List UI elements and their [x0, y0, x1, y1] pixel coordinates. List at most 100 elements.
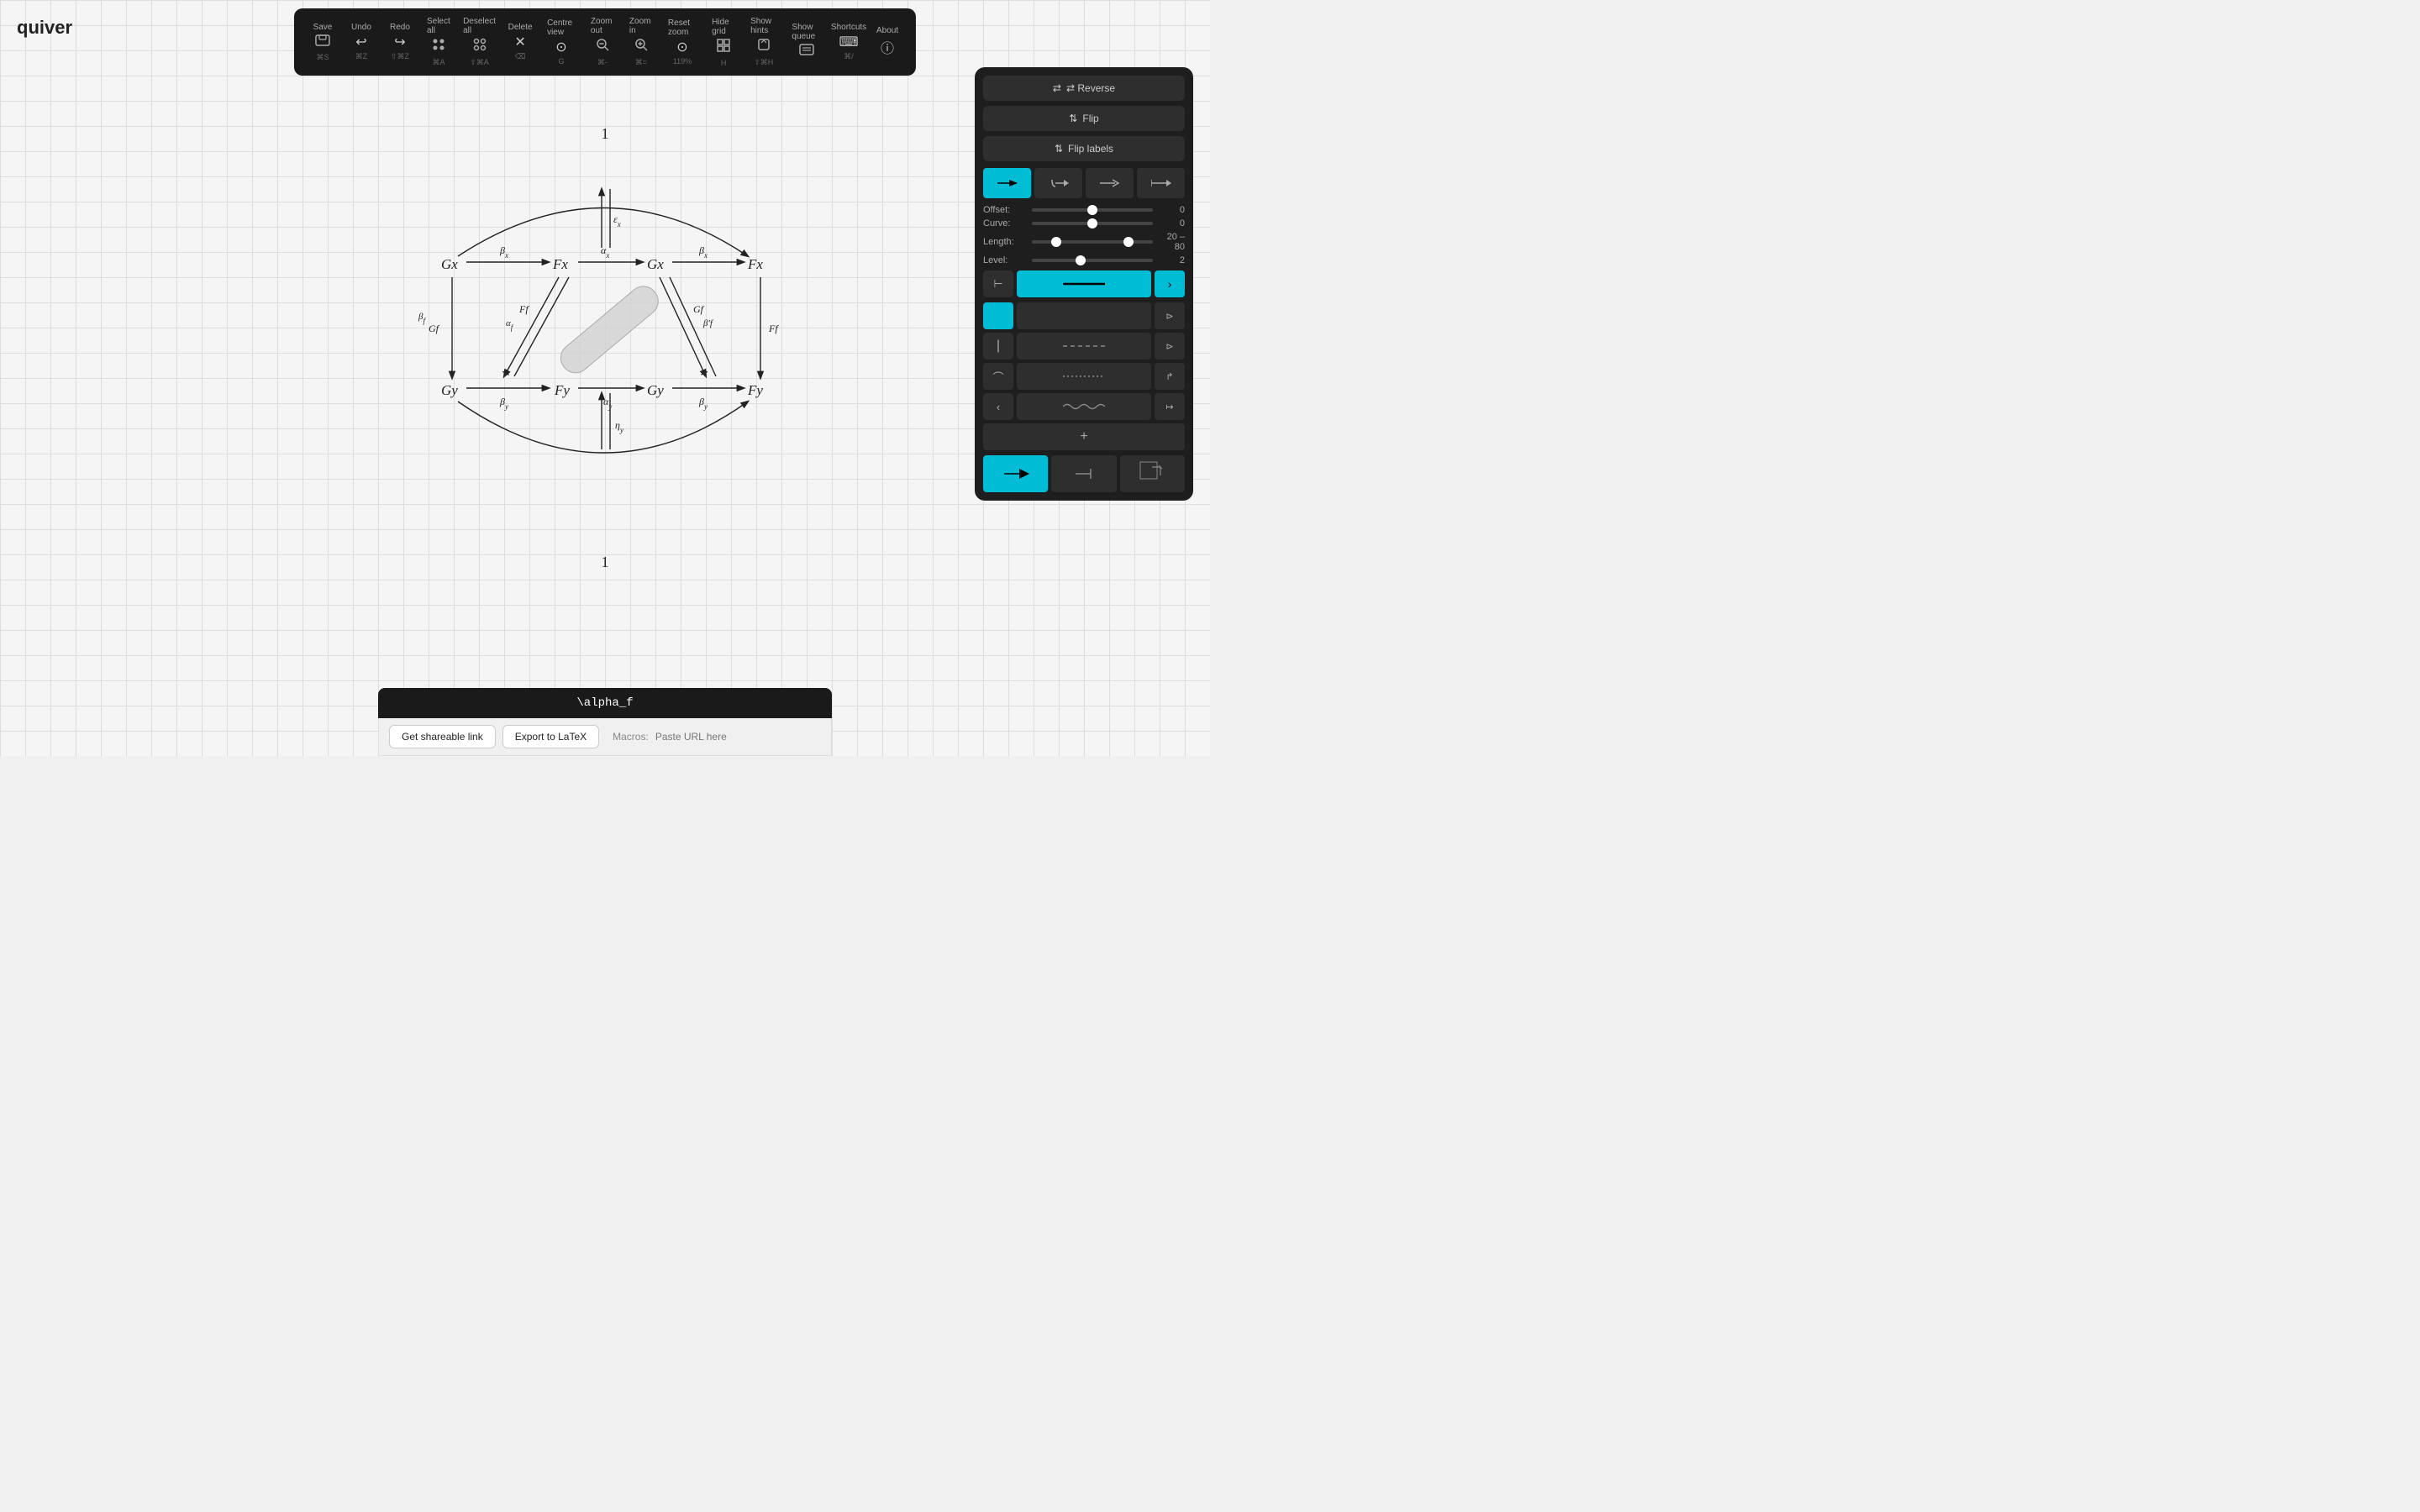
top-label: 1 [602, 125, 609, 142]
node-Gx2[interactable]: Gx [647, 256, 664, 272]
arrow-diag-left-2 [514, 277, 569, 376]
label-Gf-left: Gf [429, 323, 440, 334]
line-style-arrow-head[interactable]: › [1155, 270, 1185, 297]
latex-content: \alpha_f [576, 696, 633, 710]
right-panel: ⇄ ⇄ Reverse ⇅ Flip ⇅ Flip labels Offset:… [975, 67, 1193, 501]
toolbar-show-queue[interactable]: Show queue [785, 19, 829, 66]
label-alphaf: αf [506, 318, 514, 332]
flip-labels-label: Flip labels [1068, 143, 1113, 155]
bottom-bar: \alpha_f Get shareable link Export to La… [378, 688, 832, 756]
line-style-empty[interactable] [1017, 302, 1151, 329]
arrow-diag-right-1[interactable] [660, 277, 706, 376]
label-betax1: βx [499, 244, 508, 260]
length-thumb-min[interactable] [1051, 237, 1061, 247]
line-style-bar[interactable]: | [983, 333, 1013, 360]
toolbar-deselect-all[interactable]: Deselect all ⇧⌘A [459, 13, 500, 71]
offset-value: 0 [1160, 205, 1185, 215]
node-Fx1[interactable]: Fx [552, 256, 568, 272]
toolbar-save[interactable]: Save ⌘S [304, 19, 341, 66]
flip-labels-button[interactable]: ⇅ Flip labels [983, 136, 1185, 161]
toolbar-select-all[interactable]: Select all ⌘A [420, 13, 457, 71]
line-style-solid[interactable] [1017, 270, 1151, 297]
label-alphay: αy [603, 396, 612, 411]
toolbar-delete[interactable]: Delete ✕ ⌫ [502, 19, 539, 65]
logo-text: quiver [17, 17, 72, 39]
line-style-row2: ⊳ [983, 302, 1185, 329]
node-Gy1[interactable]: Gy [441, 382, 458, 398]
toolbar-zoom-out[interactable]: Zoom out ⌘- [584, 13, 621, 71]
selected-arrow-indicator [555, 281, 664, 379]
line-style-row5: ‹ ↦ [983, 393, 1185, 420]
toolbar-redo[interactable]: Redo ↪ ⇧⌘Z [381, 19, 418, 65]
arrow-style-plain[interactable] [1086, 168, 1134, 198]
line-style-wave[interactable] [1017, 393, 1151, 420]
level-track[interactable] [1032, 259, 1153, 262]
diagram-container[interactable]: 1 1 Gx Fx Gx Fx Gy Fy Gy Fy βx αx βx βy … [311, 84, 899, 605]
line-style-angle-right[interactable]: ⊳ [1155, 302, 1185, 329]
offset-thumb[interactable] [1087, 205, 1097, 215]
arrow-style-filled[interactable] [983, 168, 1031, 198]
label-Gf-mid: Gf [693, 303, 705, 315]
length-thumb-max[interactable] [1123, 237, 1134, 247]
bottom-style-bar-arrow[interactable] [1051, 455, 1116, 492]
toolbar-hide-grid[interactable]: Hide grid H [705, 14, 742, 71]
level-label: Level: [983, 255, 1025, 265]
line-style-curve-tail[interactable]: ↱ [1155, 363, 1185, 390]
toolbar-shortcuts[interactable]: Shortcuts ⌨ ⌘/ [830, 19, 867, 65]
offset-label: Offset: [983, 205, 1025, 215]
toolbar-undo[interactable]: Undo ↩ ⌘Z [343, 19, 380, 65]
length-value: 20 – 80 [1160, 232, 1185, 252]
macros-input[interactable] [655, 731, 821, 743]
reverse-button[interactable]: ⇄ ⇄ Reverse [983, 76, 1185, 101]
length-track[interactable] [1032, 240, 1153, 244]
arrow-style-hook[interactable] [1034, 168, 1082, 198]
bottom-style-grid [983, 455, 1185, 492]
offset-track[interactable] [1032, 208, 1153, 212]
length-slider-row: Length: 20 – 80 [983, 232, 1185, 252]
label-betax2: βx [698, 244, 708, 260]
curve-track[interactable] [1032, 222, 1153, 225]
level-value: 2 [1160, 255, 1185, 265]
toolbar-zoom-in[interactable]: Zoom in ⌘= [623, 13, 660, 71]
line-style-star[interactable]: ⊳ [1155, 333, 1185, 360]
length-label: Length: [983, 237, 1025, 247]
level-slider-row: Level: 2 [983, 255, 1185, 265]
curve-label: Curve: [983, 218, 1025, 228]
node-Fx2[interactable]: Fx [747, 256, 763, 272]
line-style-curve-l[interactable]: ⌒ [983, 363, 1013, 390]
line-style-bar-r[interactable]: ↦ [1155, 393, 1185, 420]
export-latex-button[interactable]: Export to LaTeX [502, 725, 599, 748]
label-etay: ηy [615, 419, 623, 434]
toolbar-reset-zoom[interactable]: Reset zoom ⊙ 119% [661, 15, 703, 69]
diagram-svg[interactable]: 1 1 Gx Fx Gx Fx Gy Fy Gy Fy βx αx βx βy … [311, 84, 899, 605]
line-style-hook-left[interactable]: ⊢ [983, 270, 1013, 297]
node-Gx1[interactable]: Gx [441, 256, 458, 272]
app-logo: quiver [17, 17, 72, 39]
node-Gy2[interactable]: Gy [647, 382, 664, 398]
curve-thumb[interactable] [1087, 218, 1097, 228]
toolbar-centre-view[interactable]: Centre view ⊙ G [540, 15, 582, 69]
toolbar: Save ⌘S Undo ↩ ⌘Z Redo ↪ ⇧⌘Z Select all … [294, 8, 916, 76]
flip-button[interactable]: ⇅ Flip [983, 106, 1185, 131]
curve-slider-row: Curve: 0 [983, 218, 1185, 228]
level-thumb[interactable] [1076, 255, 1086, 265]
bottom-style-full-arrow[interactable] [983, 455, 1048, 492]
node-Fy1[interactable]: Fy [554, 382, 570, 398]
share-link-button[interactable]: Get shareable link [389, 725, 496, 748]
reverse-icon: ⇄ [1053, 82, 1061, 94]
toolbar-show-hints[interactable]: Show hints ⇧⌘H [744, 13, 783, 71]
toolbar-about[interactable]: About ⓘ [869, 23, 906, 62]
line-style-active-blue[interactable] [983, 302, 1013, 329]
flip-label: Flip [1082, 113, 1098, 124]
line-style-plus-center[interactable]: + [983, 423, 1185, 450]
latex-display[interactable]: \alpha_f [378, 688, 832, 718]
bottom-style-corner-arrows[interactable] [1120, 455, 1185, 492]
node-Fy2[interactable]: Fy [747, 382, 763, 398]
label-betay1: βy [499, 396, 508, 411]
line-style-angle[interactable]: ‹ [983, 393, 1013, 420]
line-style-dashed[interactable] [1017, 333, 1151, 360]
arrow-style-tail[interactable] [1137, 168, 1185, 198]
line-style-dotted[interactable] [1017, 363, 1151, 390]
label-Ff-mid: Ff [518, 303, 529, 315]
reverse-label: ⇄ Reverse [1066, 82, 1115, 94]
